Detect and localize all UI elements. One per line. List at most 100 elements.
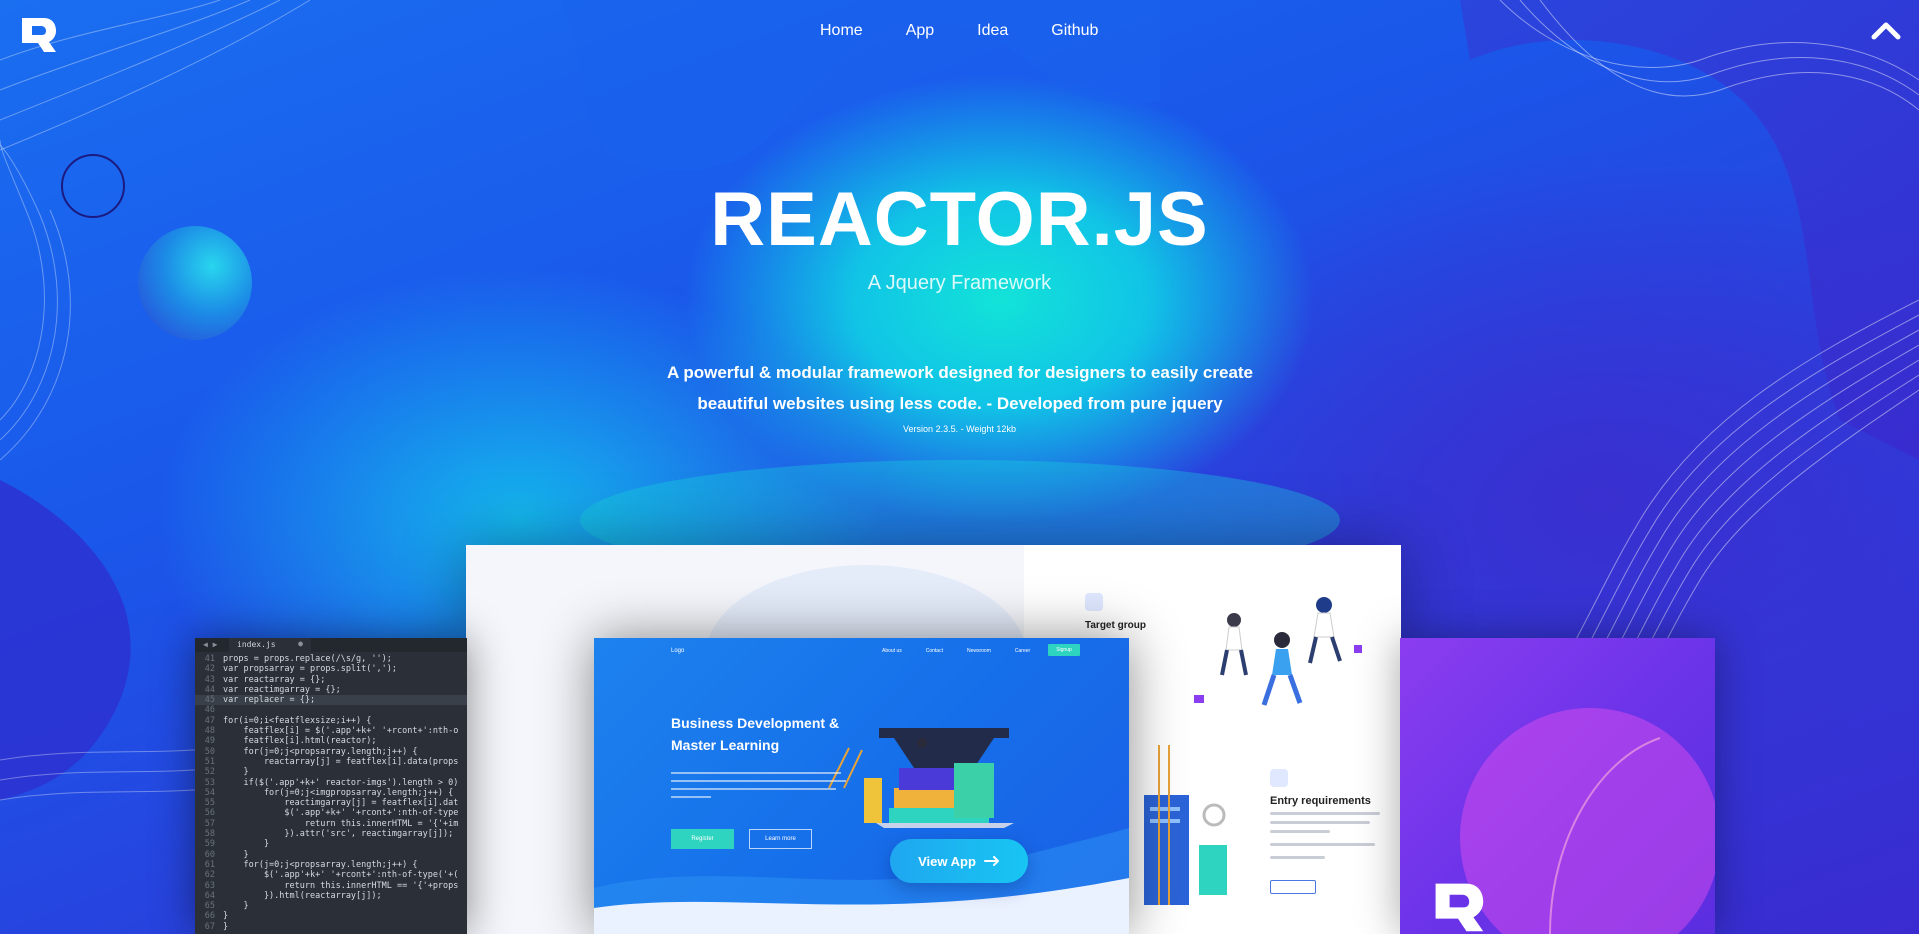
view-app-label: View App	[918, 853, 976, 869]
hero-description-line-2: beautiful websites using less code. - De…	[697, 394, 1223, 413]
page-subtitle: A Jquery Framework	[867, 272, 1052, 294]
landing-nav: About us Contact Newsroom Career	[882, 648, 1054, 654]
landing-nav-contact[interactable]: Contact	[926, 648, 943, 654]
nav-idea[interactable]: Idea	[977, 22, 1008, 40]
line-number: 67	[204, 921, 215, 932]
hero-section: Home App Idea Github REACTOR.JS A Jquery…	[0, 0, 1919, 934]
target-group-icon	[1085, 593, 1103, 611]
line-number: 43	[204, 674, 215, 685]
editor-tab[interactable]: index.js ●	[229, 638, 311, 652]
hero-description: A powerful & modular framework designed …	[660, 357, 1260, 419]
code-line: 49 featflex[i].html(reactor);	[195, 736, 467, 746]
line-code: }	[223, 921, 229, 932]
editor-nav-arrows-icon[interactable]: ◀ ▶	[203, 640, 217, 649]
line-code: var replacer = {};	[223, 695, 316, 706]
nav-home[interactable]: Home	[820, 22, 863, 40]
line-number: 47	[204, 715, 215, 726]
entry-requirements-title: Entry requirements	[1270, 795, 1371, 807]
line-code: }).attr('src', reactimgarray[j]);	[223, 829, 454, 840]
landing-headline-line-1: Business Development &	[671, 715, 840, 731]
landing-learn-more-button[interactable]: Learn more	[749, 829, 812, 849]
code-line: 56 $('.app'+k+' '+rcont+':nth-of-type	[195, 808, 467, 818]
version-info: Version 2.3.5. - Weight 12kb	[903, 424, 1016, 434]
hero-description-line-1: A powerful & modular framework designed …	[666, 363, 1254, 382]
code-line: 58 }).attr('src', reactimgarray[j]);	[195, 829, 467, 839]
reactor-logo-icon[interactable]	[18, 14, 58, 54]
line-number: 42	[204, 664, 215, 675]
landing-signup-button[interactable]: Signup	[1048, 644, 1080, 656]
code-line: 41 props = props.replace(/\s/g, '');	[195, 654, 467, 664]
code-line: 66}	[195, 911, 467, 921]
entry-requirements-icon	[1270, 769, 1288, 787]
line-code: }	[223, 839, 270, 850]
editor-tab-close-icon[interactable]: ●	[298, 639, 303, 648]
line-number: 51	[204, 756, 215, 767]
line-code: $('.app'+k+' '+rcont+':nth-of-type	[223, 808, 459, 819]
code-line: 59 }	[195, 839, 467, 849]
code-line: 52 }	[195, 767, 467, 777]
code-line: 57 return this.innerHTML = '{'+im	[195, 819, 467, 829]
code-line: 48 featflex[i] = $('.app'+k+' '+rcont+':…	[195, 726, 467, 736]
line-code: featflex[i] = $('.app'+k+' '+rcont+':nth…	[223, 726, 459, 737]
line-code: reactimgarray[j] = featflex[i].dat	[223, 798, 459, 809]
line-number: 66	[204, 911, 215, 922]
line-code: var propsarray = props.split(',');	[223, 664, 397, 675]
code-line: 61 for(j=0;j<propsarray.length;j++) {	[195, 860, 467, 870]
entry-requirements-text	[1270, 812, 1380, 865]
code-editor: ◀ ▶ index.js ● 41 props = props.replace(/…	[195, 638, 467, 934]
editor-tab-label: index.js	[237, 640, 276, 649]
code-line: 42 var propsarray = props.split(',');	[195, 664, 467, 674]
line-code: var reactimgarray = {};	[223, 684, 341, 695]
line-number: 46	[204, 705, 215, 716]
nav-github[interactable]: Github	[1051, 22, 1098, 40]
code-lines: 41 props = props.replace(/\s/g, ''); 42 var…	[195, 654, 467, 932]
code-line: 54 for(j=0;j<imgpropsarray.length;j++) {	[195, 788, 467, 798]
code-line: 44 var reactimgarray = {};	[195, 685, 467, 695]
line-code: for(j=0;j<imgpropsarray.length;j++) {	[223, 787, 454, 798]
line-number: 53	[204, 777, 215, 788]
entry-learn-more-button[interactable]	[1270, 880, 1316, 894]
line-number: 59	[204, 839, 215, 850]
code-line: 45 var replacer = {};	[195, 695, 467, 706]
line-number: 49	[204, 736, 215, 747]
line-number: 56	[204, 808, 215, 819]
code-line: 67}	[195, 922, 467, 932]
landing-logo[interactable]: Logo	[671, 648, 684, 654]
landing-register-button[interactable]: Register	[671, 829, 734, 849]
code-line: 55 reactimgarray[j] = featflex[i].dat	[195, 798, 467, 808]
line-code: }).html(reactarray[j]);	[223, 890, 382, 901]
mockup-purple-card	[1400, 638, 1715, 934]
scroll-top-chevron-icon[interactable]	[1871, 20, 1901, 42]
line-number: 45	[204, 695, 215, 706]
line-code: var reactarray = {};	[223, 674, 326, 685]
code-line: 63 return this.innerHTML == '{'+props	[195, 881, 467, 891]
landing-headline: Business Development & Master Learning	[671, 712, 871, 756]
line-number: 61	[204, 859, 215, 870]
line-code: }	[223, 901, 249, 912]
landing-nav-about[interactable]: About us	[882, 648, 902, 654]
code-line: 50 for(j=0;j<propsarray.length;j++) {	[195, 747, 467, 757]
nav-app[interactable]: App	[906, 22, 934, 40]
landing-nav-newsroom[interactable]: Newsroom	[967, 648, 991, 654]
line-code: for(j=0;j<propsarray.length;j++) {	[223, 859, 418, 870]
line-code: return this.innerHTML == '{'+props	[223, 880, 459, 891]
line-code: return this.innerHTML = '{'+im	[223, 818, 459, 829]
code-line: 60 }	[195, 850, 467, 860]
main-nav: Home App Idea Github	[820, 22, 1141, 40]
editor-tab-bar: ◀ ▶ index.js ●	[195, 638, 467, 652]
view-app-button[interactable]: View App	[890, 839, 1028, 883]
line-code: for(i=0;i<featflexsize;i++) {	[223, 715, 372, 726]
line-code: featflex[i].html(reactor);	[223, 736, 377, 747]
code-line: 62 $('.app'+k+' '+rcont+':nth-of-type('+…	[195, 870, 467, 880]
line-code: }	[223, 849, 249, 860]
line-number: 44	[204, 684, 215, 695]
code-line: 46	[195, 705, 467, 715]
line-code: if($('.app'+k+' reactor-imgs').length > …	[223, 777, 459, 788]
code-line: 47 for(i=0;i<featflexsize;i++) {	[195, 716, 467, 726]
line-number: 52	[204, 767, 215, 778]
arrow-right-icon	[983, 856, 999, 866]
mockup-landing-page: Logo About us Contact Newsroom Career Si…	[594, 638, 1129, 934]
reactor-logo-large-icon	[1435, 883, 1484, 932]
line-number: 57	[204, 818, 215, 829]
landing-nav-career[interactable]: Career	[1015, 648, 1030, 654]
